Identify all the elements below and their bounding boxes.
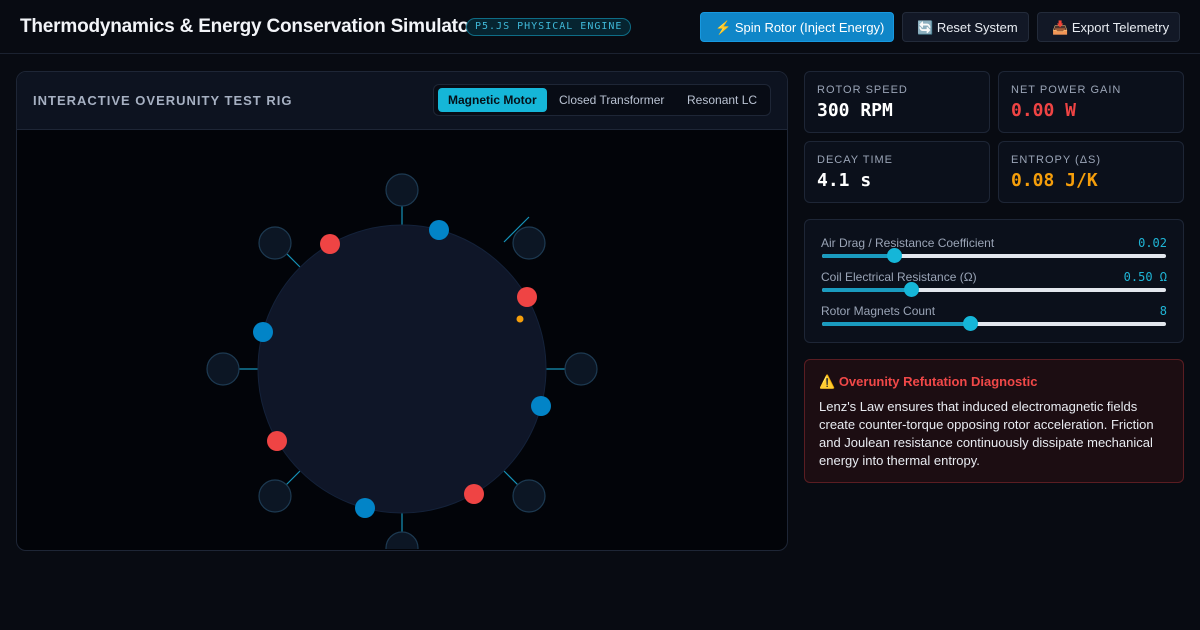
slider-fill (822, 322, 970, 326)
test-rig-panel: INTERACTIVE OVERUNITY TEST RIG Magnetic … (16, 71, 788, 551)
export-telemetry-button[interactable]: 📥 Export Telemetry (1037, 12, 1180, 42)
air-drag-label: Air Drag / Resistance Coefficient (821, 236, 995, 250)
coil-resistance-value: 0.50 Ω (1123, 270, 1167, 284)
download-icon: 📥 (1052, 20, 1069, 35)
north-magnet (517, 287, 537, 307)
slider-thumb[interactable] (904, 282, 920, 297)
diagnostic-title: ⚠️ Overunity Refutation Diagnostic (819, 374, 1037, 390)
tab-resonant-lc[interactable]: Resonant LC (677, 88, 767, 112)
magnets-count-label: Rotor Magnets Count (821, 304, 936, 318)
rotor-speed-value: 300 RPM (817, 100, 893, 121)
magnets-count-value: 8 (1159, 304, 1167, 318)
tab-magnetic-motor[interactable]: Magnetic Motor (438, 88, 547, 112)
rotor-speed-label: ROTOR SPEED (817, 84, 908, 96)
air-drag-slider[interactable] (822, 248, 1166, 263)
app-header: Thermodynamics & Energy Conservation Sim… (0, 0, 1200, 54)
export-telemetry-label: Export Telemetry (1071, 20, 1170, 35)
parameter-controls: Air Drag / Resistance Coefficient 0.02 C… (804, 219, 1184, 343)
coil-resistance-slider[interactable] (822, 282, 1166, 297)
decay-time-value: 4.1 s (817, 170, 872, 191)
north-magnet (267, 431, 287, 451)
spin-rotor-label: Spin Rotor (Inject Energy) (734, 20, 885, 35)
stator-coil (385, 531, 419, 549)
slider-fill (822, 254, 895, 258)
stator-coil (258, 226, 292, 260)
rotor-canvas[interactable] (17, 129, 787, 549)
decay-time-card: DECAY TIME 4.1 s (804, 141, 990, 203)
diagnostic-panel: ⚠️ Overunity Refutation Diagnostic Lenz'… (804, 359, 1184, 483)
net-power-gain-value: 0.00 W (1011, 100, 1077, 121)
stator-coil (564, 352, 598, 386)
decay-time-label: DECAY TIME (817, 154, 894, 166)
reset-system-label: Reset System (936, 20, 1018, 35)
engine-badge: P5.JS PHYSICAL ENGINE (466, 18, 632, 36)
spin-rotor-button[interactable]: ⚡ Spin Rotor (Inject Energy) (700, 12, 894, 42)
rotor-disc[interactable] (257, 224, 547, 514)
south-magnet (429, 220, 449, 240)
north-magnet (464, 484, 484, 504)
north-magnet (320, 234, 340, 254)
diagnostic-body: Lenz's Law ensures that induced electrom… (819, 399, 1154, 468)
air-drag-value: 0.02 (1138, 236, 1167, 250)
stator-coil (385, 173, 419, 207)
lightning-icon: ⚡ (715, 20, 732, 35)
south-magnet (355, 498, 375, 518)
tab-closed-transformer[interactable]: Closed Transformer (549, 88, 674, 112)
net-power-gain-label: NET POWER GAIN (1011, 84, 1122, 96)
test-rig-header: INTERACTIVE OVERUNITY TEST RIG Magnetic … (17, 72, 787, 130)
entropy-card: ENTROPY (ΔS) 0.08 J/K (998, 141, 1184, 203)
stator-coil (512, 226, 546, 260)
rotor-speed-card: ROTOR SPEED 300 RPM (804, 71, 990, 133)
south-magnet (531, 396, 551, 416)
net-power-gain-card: NET POWER GAIN 0.00 W (998, 71, 1184, 133)
slider-fill (822, 288, 912, 292)
test-rig-title: INTERACTIVE OVERUNITY TEST RIG (33, 93, 293, 108)
coil-resistance-label: Coil Electrical Resistance (Ω) (821, 270, 977, 284)
reset-system-button[interactable]: 🔄 Reset System (902, 12, 1029, 42)
mode-tabs: Magnetic Motor Closed Transformer Resona… (433, 84, 771, 116)
warning-icon: ⚠️ (819, 374, 836, 389)
stator-coil (206, 352, 240, 386)
reset-icon: 🔄 (917, 20, 934, 35)
energy-particle (516, 315, 524, 323)
slider-thumb[interactable] (962, 316, 978, 331)
app-title: Thermodynamics & Energy Conservation Sim… (20, 16, 477, 37)
diagnostic-title-text: Overunity Refutation Diagnostic (838, 374, 1038, 389)
stator-coil (258, 479, 292, 513)
magnets-count-slider[interactable] (822, 316, 1166, 331)
slider-thumb[interactable] (887, 248, 903, 263)
south-magnet (253, 322, 273, 342)
stator-coil (512, 479, 546, 513)
entropy-value: 0.08 J/K (1011, 170, 1098, 191)
entropy-label: ENTROPY (ΔS) (1011, 154, 1102, 166)
